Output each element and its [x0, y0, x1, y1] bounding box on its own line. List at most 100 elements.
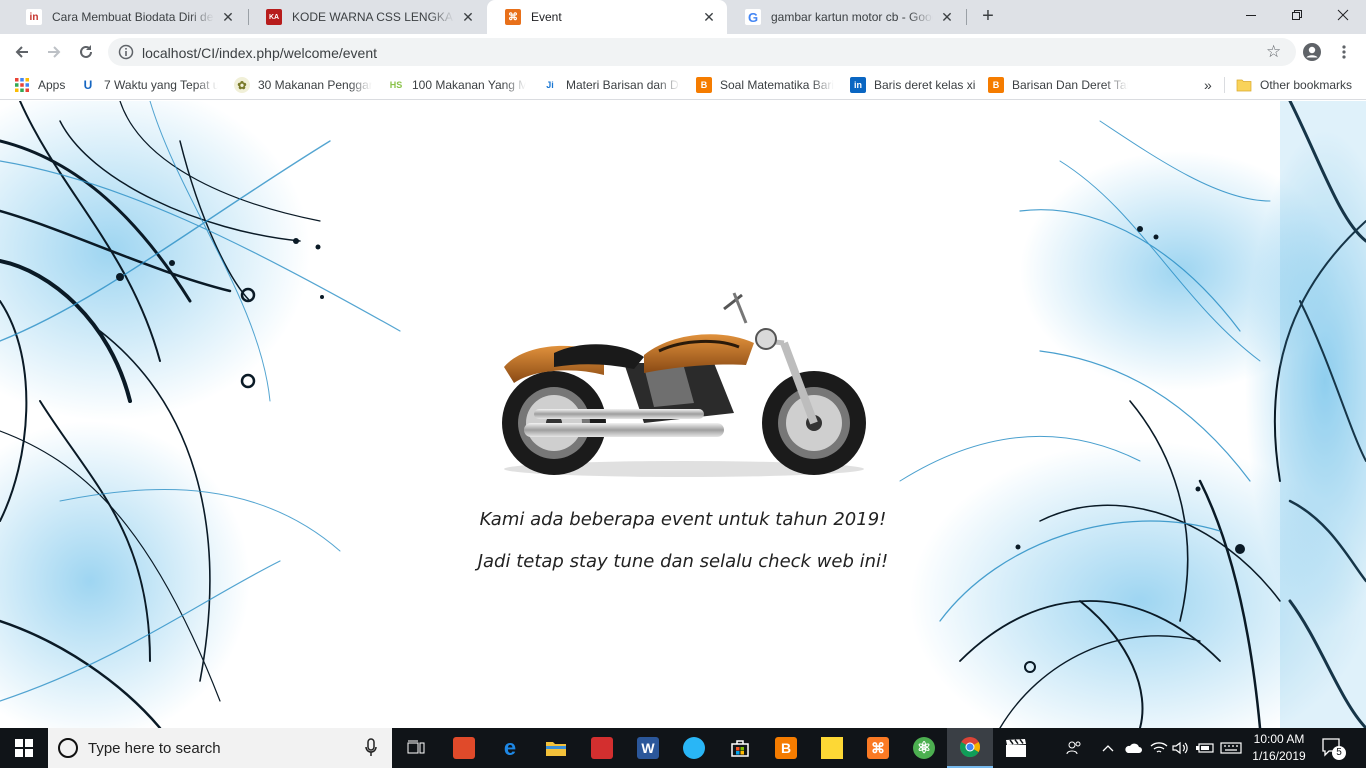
bookmark-favicon-icon: ✿	[234, 77, 250, 93]
bookmark-label: Baris deret kelas xi	[874, 78, 976, 92]
task-view-icon	[407, 740, 425, 754]
tab-kode-warna[interactable]: KA KODE WARNA CSS LENGKAP - Dian Ayu ✕	[248, 0, 486, 34]
start-button[interactable]	[0, 728, 48, 768]
close-window-button[interactable]	[1320, 0, 1366, 30]
bookmark-favicon-icon: U	[80, 77, 96, 93]
action-center-button[interactable]: 5	[1320, 736, 1346, 760]
taskbar-xampp[interactable]: ⌘	[855, 728, 901, 768]
blogger-icon: B	[775, 737, 797, 759]
other-bookmarks-button[interactable]: Other bookmarks	[1236, 76, 1356, 94]
taskbar-app-red[interactable]	[441, 728, 487, 768]
close-icon	[1337, 9, 1349, 21]
clock-time: 10:00 AM	[1253, 732, 1305, 746]
bookmark-favicon-icon: Ji	[542, 77, 558, 93]
tab-title: KODE WARNA CSS LENGKAP - Dian Ayu	[292, 10, 454, 24]
tab-google-search[interactable]: G gambar kartun motor cb - Google Search…	[727, 0, 965, 34]
system-clock[interactable]: 10:00 AM 1/16/2019	[1246, 731, 1312, 765]
tab-strip: in Cara Membuat Biodata Diri dengan HTML…	[0, 0, 1366, 34]
taskbar-word[interactable]: W	[625, 728, 671, 768]
linkedin-favicon-icon: in	[850, 77, 866, 93]
taskbar-clapper[interactable]	[993, 728, 1039, 768]
clock-date: 1/16/2019	[1252, 749, 1306, 763]
restore-icon	[1292, 10, 1302, 20]
search-placeholder: Type here to search	[88, 740, 221, 757]
speaker-icon	[1172, 741, 1188, 755]
event-message-line-2: Jadi tetap stay tune dan selalu check we…	[477, 551, 889, 572]
tab-biodata[interactable]: in Cara Membuat Biodata Diri dengan HTML…	[8, 0, 246, 34]
sticky-notes-icon	[821, 737, 843, 759]
bookmark-label: 100 Makanan Yang Mengan	[412, 78, 526, 92]
bookmark-apps[interactable]: Apps	[14, 76, 72, 94]
taskbar-app-redbook[interactable]	[579, 728, 625, 768]
wifi-button[interactable]	[1148, 728, 1170, 768]
bookmark-waktu[interactable]: U 7 Waktu yang Tepat untuk	[80, 76, 218, 94]
close-tab-icon[interactable]: ✕	[701, 9, 717, 25]
minimize-icon	[1246, 15, 1256, 16]
new-tab-button[interactable]: +	[976, 5, 1000, 29]
browser-toolbar: localhost/CI/index.php/welcome/event ☆	[0, 34, 1366, 70]
task-view-button[interactable]	[394, 728, 440, 768]
address-bar[interactable]: localhost/CI/index.php/welcome/event ☆	[108, 38, 1296, 66]
keyboard-icon	[1220, 742, 1242, 754]
bookmark-label: Apps	[38, 78, 66, 92]
windows-logo-icon	[15, 739, 33, 757]
back-button[interactable]	[8, 38, 36, 66]
page-content: Kami ada beberapa event untuk tahun 2019…	[0, 101, 1366, 728]
bookmark-materi-barisan[interactable]: Ji Materi Barisan dan Deret	[542, 76, 680, 94]
chevron-up-icon	[1102, 745, 1114, 752]
onedrive-button[interactable]	[1122, 728, 1144, 768]
profile-avatar-icon	[1303, 43, 1321, 61]
tab-title: Cara Membuat Biodata Diri dengan HTML	[52, 10, 214, 24]
reload-button[interactable]	[72, 38, 100, 66]
linkedin-favicon-icon: in	[26, 9, 42, 25]
keyboard-button[interactable]	[1218, 728, 1244, 768]
close-tab-icon[interactable]: ✕	[939, 9, 955, 25]
info-icon[interactable]	[118, 44, 134, 60]
reload-icon	[80, 45, 92, 58]
store-icon	[731, 740, 749, 757]
taskbar-app-bluedot[interactable]	[671, 728, 717, 768]
bookmarks-bar: Apps U 7 Waktu yang Tepat untuk ✿ 30 Mak…	[0, 70, 1366, 100]
bookmark-label: Materi Barisan dan Deret	[566, 78, 680, 92]
bookmark-100-makanan[interactable]: HS 100 Makanan Yang Mengan	[388, 76, 526, 94]
restore-button[interactable]	[1274, 0, 1320, 30]
menu-button[interactable]	[1330, 38, 1358, 66]
microphone-icon[interactable]	[364, 738, 378, 758]
bookmark-baris-deret[interactable]: in Baris deret kelas xi	[850, 76, 976, 94]
bookmark-barisan-deret-tak[interactable]: B Barisan Dan Deret Tak	[988, 76, 1128, 94]
forward-button[interactable]	[40, 38, 68, 66]
taskbar-edge[interactable]: e	[487, 728, 533, 768]
xampp-icon: ⌘	[867, 737, 889, 759]
word-icon: W	[637, 737, 659, 759]
bookmark-favicon-icon: HS	[388, 77, 404, 93]
people-button[interactable]	[1062, 728, 1086, 768]
taskbar-sticky-notes[interactable]	[809, 728, 855, 768]
taskbar-store[interactable]	[717, 728, 763, 768]
close-tab-icon[interactable]: ✕	[220, 9, 236, 25]
close-tab-icon[interactable]: ✕	[460, 9, 476, 25]
minimize-button[interactable]	[1228, 0, 1274, 30]
taskbar-search-box[interactable]: Type here to search	[48, 728, 392, 768]
profile-button[interactable]	[1298, 38, 1326, 66]
google-favicon-icon: G	[745, 9, 761, 25]
battery-button[interactable]	[1194, 728, 1216, 768]
bookmark-label: Other bookmarks	[1260, 78, 1353, 92]
clapper-icon	[1006, 738, 1026, 757]
taskbar-chrome[interactable]	[947, 728, 993, 768]
tab-divider	[966, 9, 967, 25]
bookmark-30-makanan[interactable]: ✿ 30 Makanan Penggantu	[234, 76, 372, 94]
notification-count-badge: 5	[1332, 746, 1346, 760]
url-text[interactable]: localhost/CI/index.php/welcome/event	[142, 45, 377, 61]
bookmark-soal-matematika[interactable]: B Soal Matematika Barisan	[696, 76, 834, 94]
tab-event[interactable]: ⌘ Event ✕	[487, 0, 727, 34]
bookmark-star-icon[interactable]: ☆	[1266, 42, 1284, 62]
volume-button[interactable]	[1170, 728, 1192, 768]
app-bluedot-icon	[683, 737, 705, 759]
taskbar-atom[interactable]: ⚛	[901, 728, 947, 768]
bookmark-label: Soal Matematika Barisan	[720, 78, 834, 92]
app-red-icon	[453, 737, 475, 759]
taskbar-file-explorer[interactable]	[533, 728, 579, 768]
bookmarks-overflow-button[interactable]: »	[1204, 76, 1218, 94]
taskbar-blogger[interactable]: B	[763, 728, 809, 768]
show-hidden-icons-button[interactable]	[1098, 728, 1118, 768]
